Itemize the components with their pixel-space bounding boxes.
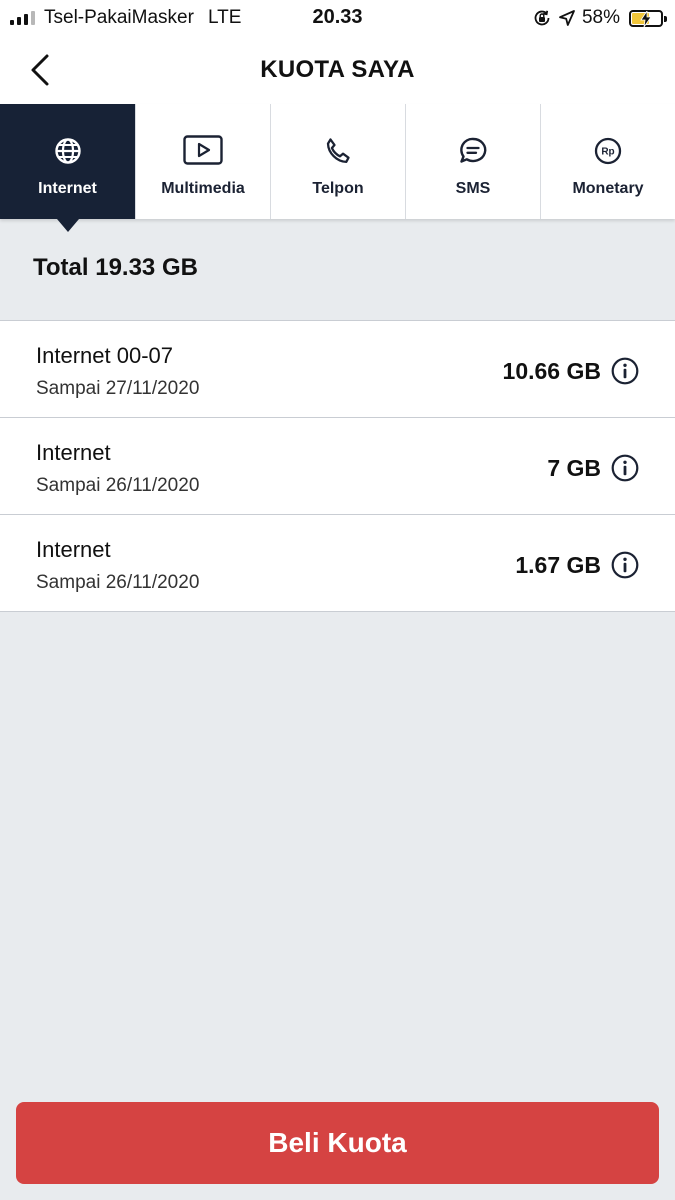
tab-sms[interactable]: SMS [405,104,540,219]
quota-expiry: Sampai 26/11/2020 [36,572,200,593]
tab-multimedia[interactable]: Multimedia [135,104,270,219]
svg-text:Rp: Rp [601,147,614,158]
info-icon[interactable] [611,357,639,385]
page-title: KUOTA SAYA [260,56,415,83]
play-icon [183,135,223,165]
tab-monetary[interactable]: Rp Monetary [540,104,675,219]
quota-amount: 1.67 GB [515,552,601,578]
tab-telpon[interactable]: Telpon [270,104,405,219]
quota-name: Internet [36,440,111,465]
location-arrow-icon [559,10,575,26]
total-quota: Total 19.33 GB [33,254,198,281]
tab-label: Internet [38,180,97,197]
quota-name: Internet 00-07 [36,343,173,368]
quota-expiry: Sampai 27/11/2020 [36,378,200,399]
app-header: KUOTA SAYA [0,36,675,104]
rupiah-coin-icon: Rp [594,137,622,165]
battery-percent: 58% [581,7,620,28]
info-icon[interactable] [611,551,639,579]
orientation-lock-icon [534,10,550,26]
globe-icon [54,138,81,164]
quota-item: Internet 00-07 Sampai 27/11/2020 10.66 G… [0,321,675,418]
quota-item: Internet Sampai 26/11/2020 7 GB [0,418,675,515]
phone-icon [326,138,350,164]
tab-label: Multimedia [161,180,245,197]
quota-list: Internet 00-07 Sampai 27/11/2020 10.66 G… [0,320,675,612]
quota-item: Internet Sampai 26/11/2020 1.67 GB [0,515,675,612]
quota-amount: 10.66 GB [502,358,601,384]
tab-label: Monetary [572,180,644,197]
battery-icon [629,9,667,27]
quota-name: Internet [36,537,111,562]
status-right: 58% [532,6,667,30]
quota-expiry: Sampai 26/11/2020 [36,475,200,496]
status-bar: Tsel-PakaiMasker LTE 20.33 58% [0,0,675,36]
quota-amount: 7 GB [547,455,601,481]
tab-internet[interactable]: Internet [0,104,135,232]
chat-bubble-icon [460,137,487,163]
quota-tabs: Internet Multimedia Telpon SMS Rp Moneta… [0,104,675,232]
buy-quota-button[interactable]: Beli Kuota [16,1102,659,1184]
tab-label: SMS [455,180,491,197]
info-icon[interactable] [611,454,639,482]
tab-label: Telpon [312,180,364,197]
